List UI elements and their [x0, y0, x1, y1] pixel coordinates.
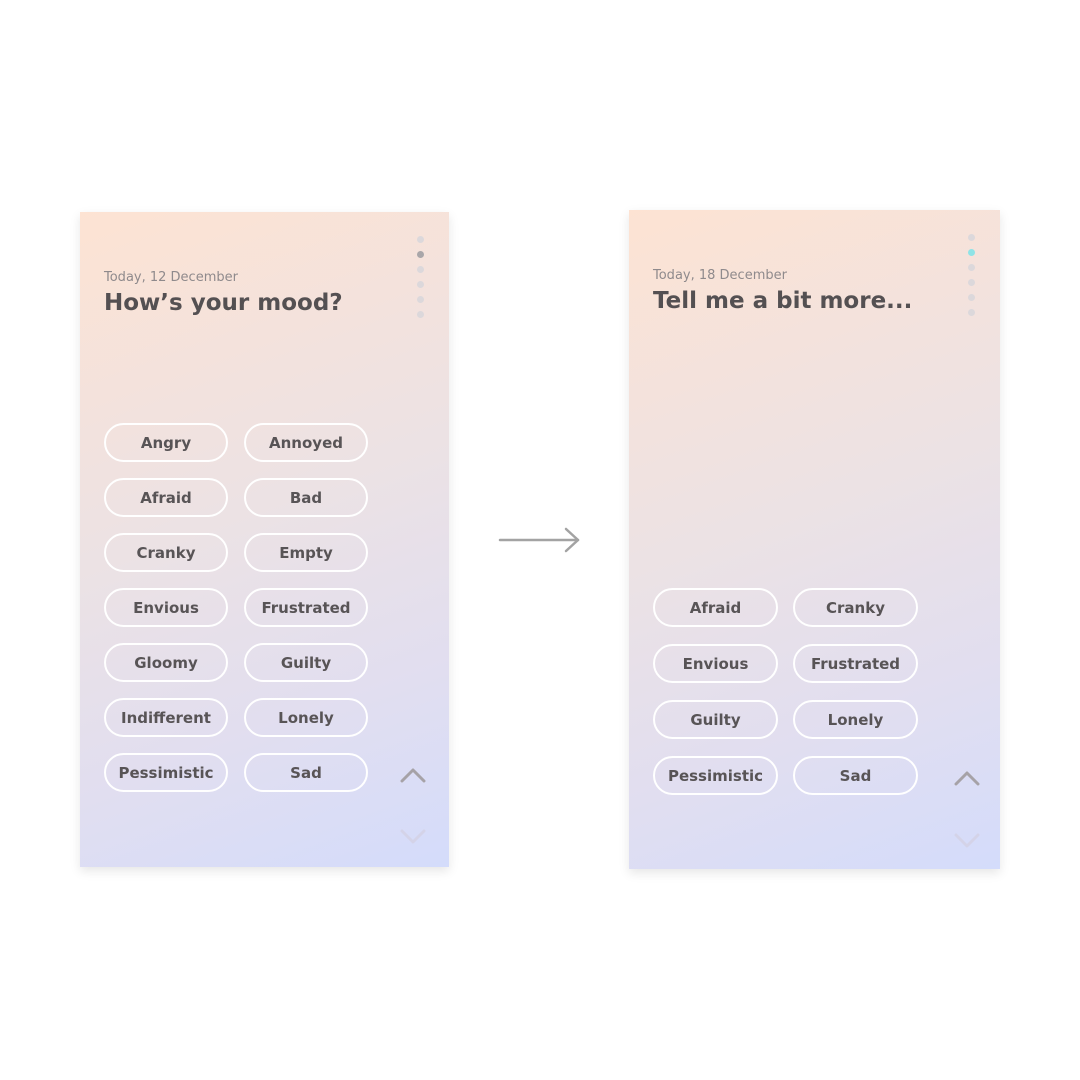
mood-chip[interactable]: Bad — [244, 478, 368, 517]
scroll-down-button[interactable] — [953, 831, 981, 849]
scroll-up-button[interactable] — [953, 769, 981, 787]
mood-chip[interactable]: Envious — [653, 644, 778, 683]
mood-chip[interactable]: Angry — [104, 423, 228, 462]
mood-chip[interactable]: Frustrated — [244, 588, 368, 627]
mood-chip-list: Afraid Cranky Envious Frustrated Guilty Lonel… — [653, 588, 918, 795]
mood-chip[interactable]: Empty — [244, 533, 368, 572]
scroll-up-button[interactable] — [399, 766, 427, 784]
step-dot[interactable] — [968, 249, 975, 256]
step-dot[interactable] — [417, 266, 424, 273]
chevron-up-icon — [400, 768, 426, 783]
mood-chip[interactable]: Sad — [793, 756, 918, 795]
mood-chip[interactable]: Annoyed — [244, 423, 368, 462]
mood-chip[interactable]: Frustrated — [793, 644, 918, 683]
mood-chip[interactable]: Lonely — [793, 700, 918, 739]
step-dot[interactable] — [417, 281, 424, 288]
mood-chip[interactable]: Gloomy — [104, 643, 228, 682]
scroll-down-button[interactable] — [399, 827, 427, 845]
chevron-down-icon — [954, 833, 980, 848]
step-dot[interactable] — [417, 236, 424, 243]
mood-chip[interactable]: Lonely — [244, 698, 368, 737]
step-dot[interactable] — [968, 234, 975, 241]
mood-chip-list: Angry Annoyed Afraid Bad Cranky Empty Envious F… — [104, 423, 368, 792]
chevron-down-icon — [400, 829, 426, 844]
page-title: How’s your mood? — [104, 290, 343, 316]
step-dot[interactable] — [417, 296, 424, 303]
step-dot[interactable] — [417, 251, 424, 258]
mood-chip[interactable]: Guilty — [244, 643, 368, 682]
step-dot[interactable] — [968, 279, 975, 286]
step-dot[interactable] — [968, 309, 975, 316]
date-label: Today, 12 December — [104, 270, 238, 285]
mood-chip[interactable]: Pessimistic — [653, 756, 778, 795]
mood-chip[interactable]: Cranky — [793, 588, 918, 627]
page-title: Tell me a bit more... — [653, 288, 913, 314]
chevron-up-icon — [954, 771, 980, 786]
arrow-right-icon — [498, 527, 580, 553]
flow-canvas: Today, 12 December How’s your mood? Angr… — [0, 0, 1080, 1080]
mood-chip[interactable]: Indifferent — [104, 698, 228, 737]
mood-chip[interactable]: Afraid — [653, 588, 778, 627]
mood-chip[interactable]: Guilty — [653, 700, 778, 739]
mood-screen: Today, 12 December How’s your mood? Angr… — [80, 212, 449, 867]
step-dot[interactable] — [968, 264, 975, 271]
step-indicator — [968, 234, 975, 316]
date-label: Today, 18 December — [653, 268, 787, 283]
mood-chip[interactable]: Envious — [104, 588, 228, 627]
mood-detail-screen: Today, 18 December Tell me a bit more...… — [629, 210, 1000, 869]
mood-chip[interactable]: Cranky — [104, 533, 228, 572]
mood-chip[interactable]: Sad — [244, 753, 368, 792]
mood-chip[interactable]: Pessimistic — [104, 753, 228, 792]
step-dot[interactable] — [968, 294, 975, 301]
step-indicator — [417, 236, 424, 318]
mood-chip[interactable]: Afraid — [104, 478, 228, 517]
step-dot[interactable] — [417, 311, 424, 318]
